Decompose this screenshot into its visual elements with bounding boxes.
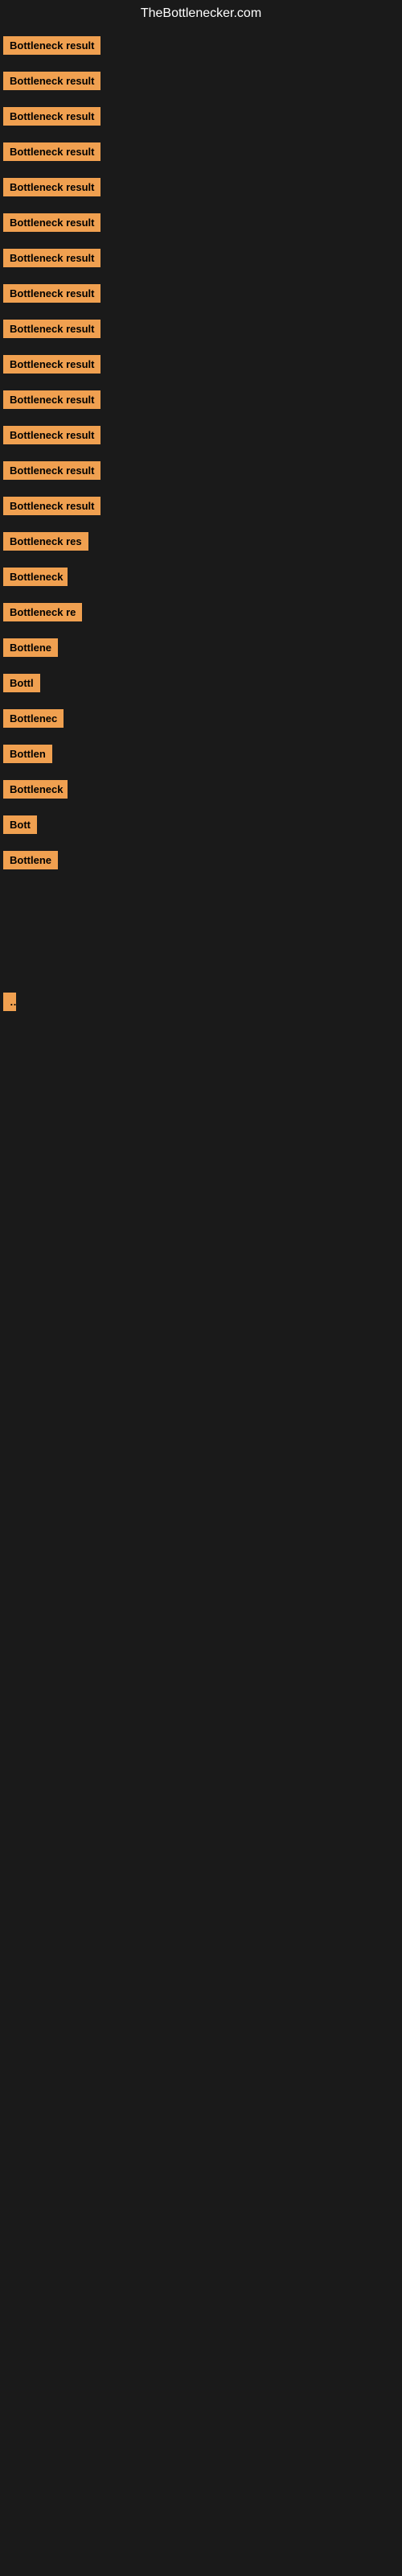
list-item: … — [0, 984, 402, 1019]
bottleneck-badge[interactable]: Bottlenec — [3, 709, 64, 728]
bottleneck-badge[interactable]: Bottleneck result — [3, 284, 100, 303]
list-item: Bottleneck result — [0, 417, 402, 452]
bottleneck-badge[interactable]: Bottleneck result — [3, 36, 100, 55]
list-item: Bottleneck result — [0, 204, 402, 240]
list-item — [0, 1019, 402, 1055]
list-item: Bottleneck result — [0, 452, 402, 488]
list-item: Bottleneck result — [0, 346, 402, 382]
list-item — [0, 877, 402, 913]
bottleneck-badge[interactable]: Bottlen — [3, 745, 52, 763]
list-item — [0, 913, 402, 948]
list-item: Bottleneck result — [0, 275, 402, 311]
list-item: Bottlenec — [0, 700, 402, 736]
list-item: Bottleneck result — [0, 311, 402, 346]
page-wrapper: TheBottlenecker.com Bottleneck resultBot… — [0, 0, 402, 1125]
list-item: Bottleneck result — [0, 488, 402, 523]
bottleneck-badge[interactable]: Bottleneck result — [3, 320, 100, 338]
site-title: TheBottlenecker.com — [0, 0, 402, 27]
bottleneck-badge[interactable]: Bottleneck result — [3, 426, 100, 444]
list-item: Bottleneck — [0, 559, 402, 594]
bottleneck-badge[interactable]: Bottleneck result — [3, 107, 100, 126]
bottleneck-badge[interactable]: Bottleneck result — [3, 497, 100, 515]
bottleneck-badge[interactable]: Bottl — [3, 674, 40, 692]
bottleneck-badge[interactable]: Bottlene — [3, 638, 58, 657]
bottleneck-badge[interactable]: Bottleneck — [3, 568, 68, 586]
bottleneck-badge[interactable]: Bottleneck result — [3, 461, 100, 480]
bottleneck-badge[interactable]: … — [3, 993, 16, 1011]
list-item — [0, 948, 402, 984]
bottleneck-badge[interactable]: Bottleneck result — [3, 178, 100, 196]
list-item: Bottl — [0, 665, 402, 700]
list-item: Bottleneck res — [0, 523, 402, 559]
list-item — [0, 1090, 402, 1125]
list-item: Bottlene — [0, 630, 402, 665]
bottleneck-badge[interactable]: Bottleneck re — [3, 603, 82, 621]
list-item: Bottleneck result — [0, 169, 402, 204]
bottleneck-badge[interactable]: Bottleneck result — [3, 72, 100, 90]
bottleneck-badge[interactable]: Bottleneck result — [3, 390, 100, 409]
list-item: Bottlen — [0, 736, 402, 771]
list-item: Bott — [0, 807, 402, 842]
list-item: Bottleneck re — [0, 594, 402, 630]
list-item: Bottleneck result — [0, 98, 402, 134]
rows-container: Bottleneck result Bottleneck result Bottle… — [0, 27, 402, 1125]
list-item — [0, 1055, 402, 1090]
bottleneck-badge[interactable]: Bottleneck — [3, 780, 68, 799]
list-item: Bottleneck result — [0, 240, 402, 275]
list-item: Bottleneck result — [0, 63, 402, 98]
list-item: Bottlene — [0, 842, 402, 877]
bottleneck-badge[interactable]: Bottleneck res — [3, 532, 88, 551]
list-item: Bottleneck result — [0, 27, 402, 63]
bottleneck-badge[interactable]: Bott — [3, 815, 37, 834]
list-item: Bottleneck result — [0, 134, 402, 169]
bottleneck-badge[interactable]: Bottleneck result — [3, 355, 100, 374]
bottleneck-badge[interactable]: Bottlene — [3, 851, 58, 869]
list-item: Bottleneck result — [0, 382, 402, 417]
bottleneck-badge[interactable]: Bottleneck result — [3, 142, 100, 161]
list-item: Bottleneck — [0, 771, 402, 807]
bottleneck-badge[interactable]: Bottleneck result — [3, 213, 100, 232]
bottleneck-badge[interactable]: Bottleneck result — [3, 249, 100, 267]
